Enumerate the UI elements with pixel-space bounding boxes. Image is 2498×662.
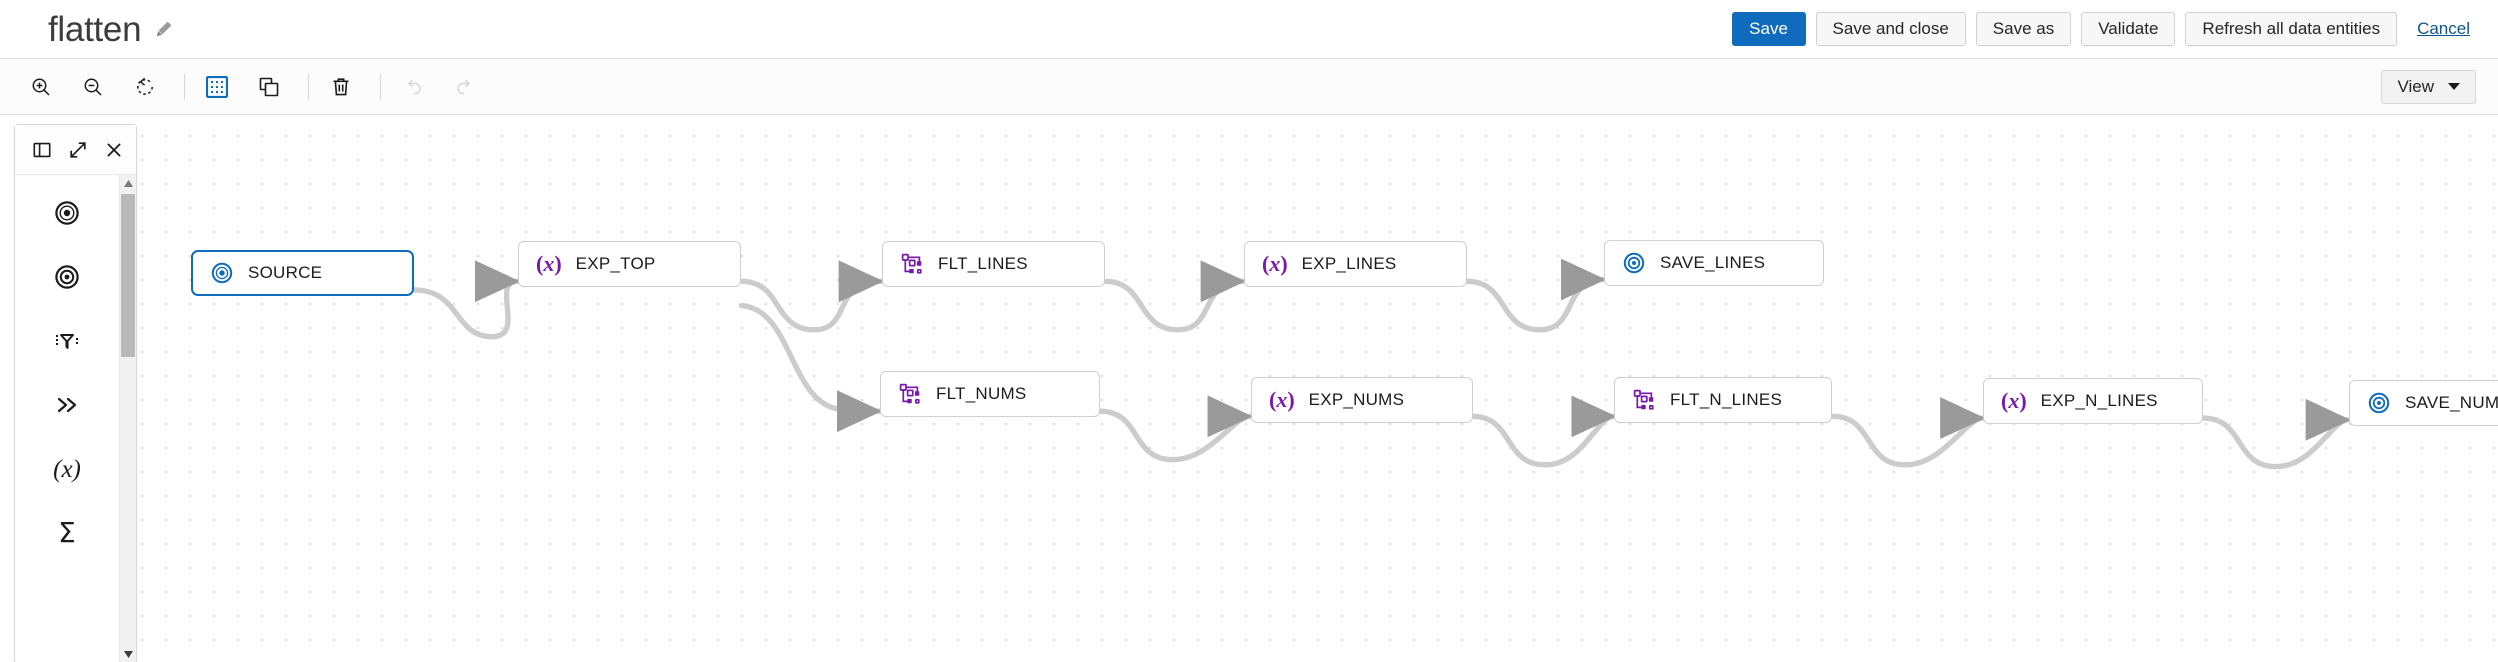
zoom-out-icon[interactable] [74,68,112,106]
palette-aggregator-glyph: Σ [58,516,76,549]
edge-flt_nums-exp_nums [1097,395,1254,463]
save-as-button[interactable]: Save as [1975,12,2072,46]
node-label: SAVE_LINES [1660,253,1766,272]
edge-exp_nums-flt_n_lines [1469,395,1617,468]
node-label: FLT_LINES [938,254,1028,273]
node-label: SAVE_NUMS [2405,393,2498,412]
toolbar-divider-2 [308,73,309,100]
edge-exp_top-flt_lines [738,260,885,333]
expression-icon: (x) [1262,251,1288,276]
chevron-down-icon [2448,83,2460,90]
expression-icon: (x) [536,251,562,276]
grid-icon[interactable] [198,68,236,106]
transform-palette[interactable]: (x) Σ [14,124,137,662]
palette-item-target[interactable] [44,257,90,297]
scrollbar-track[interactable] [120,192,137,646]
expression-icon: (x) [2001,388,2027,413]
title-group: flatten [48,12,174,47]
edge-exp_n_lines-save_nums [2200,399,2352,470]
node-source[interactable]: SOURCE [191,250,414,296]
palette-item-aggregator[interactable]: Σ [44,513,90,553]
node-save-lines[interactable]: SAVE_LINES [1604,240,1824,286]
view-dropdown-label: View [2397,76,2434,96]
undo-icon [394,68,432,106]
palette-body: (x) Σ [15,175,136,662]
save-button[interactable]: Save [1731,12,1806,46]
palette-item-filter[interactable] [44,321,90,361]
palette-scrollbar[interactable] [119,175,136,662]
edge-flt_lines-exp_lines [1102,260,1247,333]
palette-header [15,125,136,175]
toolbar-edit-group [198,68,295,106]
palette-items: (x) Σ [15,175,119,662]
delete-icon[interactable] [322,68,360,106]
node-label: FLT_N_LINES [1670,390,1783,409]
scroll-down-icon[interactable] [120,646,137,662]
toolbar-history-group [394,68,491,106]
toolbar-delete-group [322,68,367,106]
validate-button[interactable]: Validate [2081,12,2176,46]
toolbar-divider [184,73,185,100]
node-flt-lines[interactable]: FLT_LINES [882,241,1105,287]
scroll-up-icon[interactable] [120,175,137,192]
refresh-all-data-entities-button[interactable]: Refresh all data entities [2185,12,2398,46]
node-save-nums[interactable]: SAVE_NUMS [2349,380,2498,426]
edge-exp_lines-save_lines [1464,258,1607,333]
scrollbar-thumb[interactable] [120,194,135,358]
node-exp-top[interactable]: (x) EXP_TOP [518,241,741,287]
header-actions: Save Save and close Save as Validate Ref… [1731,12,2476,46]
close-icon[interactable] [102,138,126,162]
pencil-icon[interactable] [154,19,174,39]
save-and-close-button[interactable]: Save and close [1815,12,1966,46]
expression-icon: (x) [1269,387,1295,412]
redo-icon [446,68,484,106]
node-label: FLT_NUMS [936,384,1027,403]
toolbar-zoom-group [0,68,171,106]
edges [411,258,2352,470]
palette-item-source[interactable] [44,193,90,233]
expand-icon[interactable] [66,138,90,162]
node-exp-lines[interactable]: (x) EXP_LINES [1244,241,1467,287]
node-label: EXP_TOP [575,254,656,273]
split-panel-icon[interactable] [30,138,54,162]
source-icon [210,261,234,285]
palette-item-expression[interactable]: (x) [44,449,90,489]
target-icon [2367,391,2391,415]
target-icon [1622,251,1646,275]
node-exp-nums[interactable]: (x) EXP_NUMS [1251,377,1473,423]
node-label: SOURCE [248,263,323,282]
edge-flt_n_lines-exp_n_lines [1829,397,1986,468]
cancel-link[interactable]: Cancel [2407,19,2476,39]
edge-source-exp_top [411,260,521,340]
palette-expression-glyph: (x) [53,455,81,483]
node-label: EXP_LINES [1301,254,1397,273]
node-label: EXP_NUMS [1308,390,1405,409]
header-bar: flatten Save Save and close Save as Vali… [0,0,2498,59]
reset-icon[interactable] [126,68,164,106]
palette-item-router[interactable] [44,385,90,425]
toolbar: View [0,59,2498,115]
node-exp-n-lines[interactable]: (x) EXP_N_LINES [1983,378,2203,424]
flatten-icon [900,252,924,276]
flatten-icon [1632,388,1656,412]
copy-icon[interactable] [250,68,288,106]
node-flt-nums[interactable]: FLT_NUMS [880,371,1100,417]
zoom-in-icon[interactable] [22,68,60,106]
node-flt-n-lines[interactable]: FLT_N_LINES [1614,377,1832,423]
flatten-icon [898,382,922,406]
pipeline-canvas[interactable]: (x) Σ SOURCE (x) EXP_TOP FLT_LINES (x… [0,115,2498,662]
toolbar-divider-3 [380,73,381,100]
node-label: EXP_N_LINES [2040,391,2158,410]
edge-exp_top-flt_nums [738,302,883,433]
view-dropdown-button[interactable]: View [2381,69,2476,104]
page-title: flatten [48,9,142,49]
